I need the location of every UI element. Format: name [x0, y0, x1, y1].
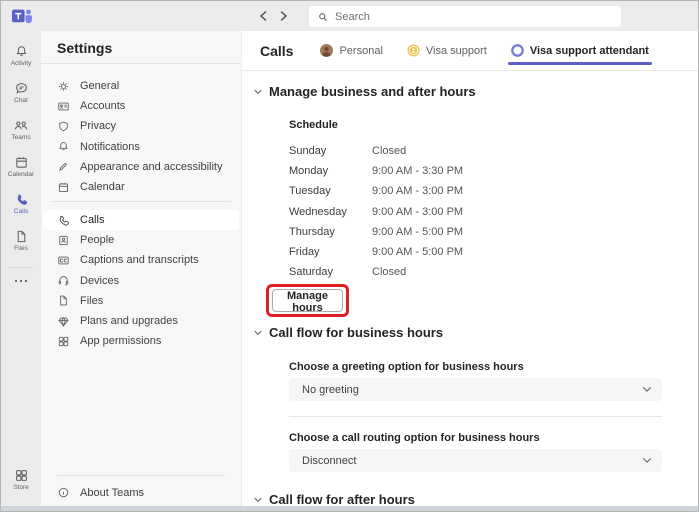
routing-option-label: Choose a call routing option for busines…: [289, 432, 540, 444]
search-icon: [319, 12, 327, 21]
app-rail: Activity Chat Teams Calendar Calls Files: [1, 31, 41, 506]
section-call-flow-business[interactable]: Call flow for business hours: [254, 325, 443, 340]
info-icon: [58, 487, 69, 498]
manage-hours-button[interactable]: Manage hours: [272, 289, 343, 314]
rail-item-calls[interactable]: Calls: [1, 185, 41, 222]
collapse-caret-icon: [254, 89, 262, 94]
more-apps-button[interactable]: [13, 278, 29, 284]
settings-item-files[interactable]: Files: [41, 291, 241, 311]
id-card-icon: [58, 102, 69, 111]
settings-item-calendar[interactable]: Calendar: [41, 177, 241, 197]
more-icon: [14, 279, 28, 283]
settings-item-app-permissions[interactable]: App permissions: [41, 331, 241, 351]
schedule-row: Wednesday 9:00 AM - 3:00 PM: [289, 205, 464, 218]
schedule-row: Tuesday 9:00 AM - 3:00 PM: [289, 185, 464, 198]
settings-list-bottom: Calls People Captions and transcripts De…: [41, 210, 241, 351]
calendar-icon: [15, 157, 27, 168]
rail-item-store[interactable]: Store: [1, 461, 41, 498]
personal-avatar: [320, 44, 334, 57]
captions-icon: [58, 256, 69, 265]
pen-icon: [59, 163, 69, 172]
schedule-row: Sunday Closed: [289, 145, 407, 158]
chevron-down-icon: [642, 387, 652, 392]
account-tabs: Personal Visa support Visa support atten…: [320, 31, 652, 70]
calls-header: Calls Personal Visa support Visa support…: [242, 31, 698, 71]
tab-visa-support-attendant[interactable]: Visa support attendant: [507, 31, 652, 70]
rail-divider: [9, 267, 33, 268]
collapse-caret-icon: [254, 497, 262, 502]
title-bar: Search: [1, 1, 698, 31]
search-placeholder: Search: [335, 10, 370, 23]
settings-item-captions[interactable]: Captions and transcripts: [41, 250, 241, 270]
store-icon: [15, 470, 27, 481]
document-icon: [17, 230, 25, 243]
phone-icon: [59, 215, 69, 226]
document-icon: [60, 295, 67, 306]
calls-settings-content: Calls Personal Visa support Visa support…: [241, 31, 698, 507]
diamond-icon: [58, 316, 69, 327]
settings-item-devices[interactable]: Devices: [41, 271, 241, 291]
schedule-row: Saturday Closed: [289, 266, 407, 279]
settings-item-general[interactable]: General: [41, 76, 241, 96]
schedule-row: Friday 9:00 AM - 5:00 PM: [289, 246, 464, 259]
greeting-option-label: Choose a greeting option for business ho…: [289, 361, 524, 373]
chevron-down-icon: [642, 458, 652, 463]
window-bottom-edge: [1, 506, 698, 511]
schedule-row: Thursday 9:00 AM - 5:00 PM: [289, 225, 464, 238]
bell-icon: [16, 46, 26, 56]
settings-item-accounts[interactable]: Accounts: [41, 96, 241, 116]
person-badge-icon: [59, 235, 68, 245]
teams-logo-icon: [10, 7, 34, 25]
tab-personal[interactable]: Personal: [320, 31, 383, 70]
auto-attendant-icon: [511, 44, 524, 57]
settings-item-calls[interactable]: Calls: [43, 210, 239, 231]
schedule-table: Sunday Closed Monday 9:00 AM - 3:30 PM T…: [289, 141, 463, 282]
flow-divider: [289, 416, 662, 417]
settings-title-divider: [41, 63, 241, 64]
rail-item-chat[interactable]: Chat: [1, 74, 41, 111]
greeting-option-dropdown[interactable]: No greeting: [289, 378, 662, 401]
forward-button[interactable]: [275, 8, 291, 24]
phone-icon: [17, 194, 27, 205]
app-grid-icon: [58, 336, 69, 346]
gear-icon: [59, 81, 68, 91]
active-tab-underline: [507, 62, 652, 65]
shield-icon: [59, 121, 68, 132]
people-icon: [14, 121, 28, 130]
rail-item-files[interactable]: Files: [1, 222, 41, 259]
calendar-icon: [58, 182, 69, 192]
routing-option-dropdown[interactable]: Disconnect: [289, 449, 662, 472]
settings-item-people[interactable]: People: [41, 230, 241, 250]
section-manage-business-hours[interactable]: Manage business and after hours: [254, 84, 476, 99]
rail-item-teams[interactable]: Teams: [1, 111, 41, 148]
settings-item-plans[interactable]: Plans and upgrades: [41, 311, 241, 331]
headset-icon: [58, 276, 69, 286]
rail-item-activity[interactable]: Activity: [1, 37, 41, 74]
rail-item-calendar[interactable]: Calendar: [1, 148, 41, 185]
schedule-title: Schedule: [289, 119, 338, 131]
tab-visa-support[interactable]: Visa support: [407, 31, 487, 70]
about-teams-button[interactable]: About Teams: [57, 486, 144, 499]
call-queue-icon: [407, 44, 420, 57]
settings-list-divider: [51, 201, 231, 202]
settings-item-appearance[interactable]: Appearance and accessibility: [41, 157, 241, 177]
settings-item-privacy[interactable]: Privacy: [41, 116, 241, 136]
schedule-row: Monday 9:00 AM - 3:30 PM: [289, 165, 464, 178]
settings-item-notifications[interactable]: Notifications: [41, 137, 241, 157]
about-divider: [57, 475, 225, 476]
bell-icon: [59, 142, 68, 151]
teams-window: Search Activity Chat Teams Calendar Call…: [0, 0, 699, 512]
section-call-flow-after[interactable]: Call flow for after hours: [254, 492, 415, 507]
search-input[interactable]: Search: [309, 6, 621, 27]
settings-panel: Settings General Accounts Privacy Notifi…: [41, 31, 241, 506]
back-button[interactable]: [255, 8, 271, 24]
page-title: Calls: [260, 42, 294, 59]
chat-icon: [15, 83, 27, 94]
settings-title: Settings: [57, 40, 113, 56]
settings-list-top: General Accounts Privacy Notifications A…: [41, 76, 241, 197]
collapse-caret-icon: [254, 330, 262, 335]
